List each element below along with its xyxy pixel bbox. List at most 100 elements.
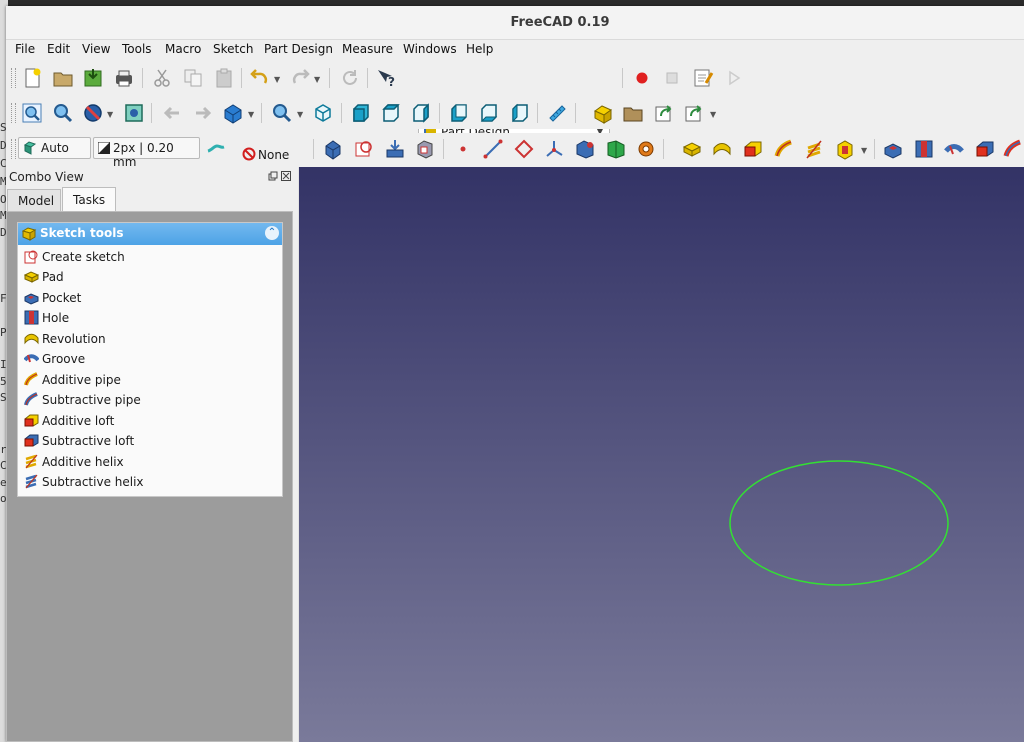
- subtractive-loft-toolbar-icon[interactable]: [974, 138, 996, 160]
- task-pad[interactable]: Pad: [24, 267, 274, 287]
- view-isometric-icon[interactable]: [312, 102, 334, 124]
- nav-forward-icon[interactable]: [192, 102, 214, 124]
- nav-back-icon[interactable]: [161, 102, 183, 124]
- menu-edit[interactable]: Edit: [47, 42, 70, 56]
- sprocket-icon[interactable]: [635, 138, 657, 160]
- no-selection-icon[interactable]: [242, 147, 256, 161]
- menu-part-design[interactable]: Part Design: [264, 42, 333, 56]
- view-bottom-icon[interactable]: [478, 102, 500, 124]
- additive-pipe-toolbar-icon[interactable]: [773, 138, 795, 160]
- selection-filter-label[interactable]: None: [258, 148, 289, 162]
- fit-selection-icon[interactable]: [52, 102, 74, 124]
- view-right-icon[interactable]: [410, 102, 432, 124]
- tab-model[interactable]: Model: [7, 189, 61, 211]
- pad-toolbar-icon[interactable]: [681, 138, 703, 160]
- view-rear-icon[interactable]: [448, 102, 470, 124]
- draw-style-icon[interactable]: [82, 102, 104, 124]
- menu-view[interactable]: View: [82, 42, 110, 56]
- clone-icon[interactable]: [605, 138, 627, 160]
- datum-point-icon[interactable]: [452, 138, 474, 160]
- menu-help[interactable]: Help: [466, 42, 493, 56]
- title-bar[interactable]: FreeCAD 0.19: [6, 6, 1024, 40]
- macro-stop-icon[interactable]: [661, 67, 683, 89]
- datum-plane-icon[interactable]: [513, 138, 535, 160]
- link-actions-icon[interactable]: [683, 102, 705, 124]
- print-icon[interactable]: [113, 67, 135, 89]
- menu-measure[interactable]: Measure: [342, 42, 393, 56]
- additive-primitive-dropdown-icon[interactable]: ▼: [861, 146, 867, 155]
- copy-icon[interactable]: [182, 67, 204, 89]
- toolbar-handle[interactable]: [11, 103, 16, 123]
- close-panel-icon[interactable]: [281, 171, 291, 181]
- create-part-icon[interactable]: [592, 102, 614, 124]
- create-sketch-toolbar-icon[interactable]: [353, 138, 375, 160]
- redo-dropdown-icon[interactable]: ▼: [314, 75, 320, 84]
- additive-loft-toolbar-icon[interactable]: [742, 138, 764, 160]
- sync-view-dropdown-icon[interactable]: ▼: [248, 110, 254, 119]
- task-additive-helix[interactable]: Additive helix: [24, 452, 274, 472]
- redo-icon[interactable]: [289, 67, 311, 89]
- view-left-icon[interactable]: [509, 102, 531, 124]
- revolution-toolbar-icon[interactable]: [711, 138, 733, 160]
- task-additive-loft[interactable]: Additive loft: [24, 411, 274, 431]
- measure-icon[interactable]: [546, 102, 568, 124]
- hole-toolbar-icon[interactable]: [913, 138, 935, 160]
- tree-view-icon[interactable]: [205, 138, 227, 160]
- task-subtractive-pipe[interactable]: Subtractive pipe: [24, 390, 274, 410]
- macro-edit-icon[interactable]: [692, 67, 714, 89]
- task-hole[interactable]: Hole: [24, 308, 274, 328]
- refresh-icon[interactable]: [339, 67, 361, 89]
- 3d-viewport[interactable]: [299, 167, 1024, 742]
- macro-run-icon[interactable]: [723, 67, 745, 89]
- cut-icon[interactable]: [151, 67, 173, 89]
- sub-shape-binder-icon[interactable]: [574, 138, 596, 160]
- menu-sketch[interactable]: Sketch: [213, 42, 253, 56]
- task-subtractive-helix[interactable]: Subtractive helix: [24, 472, 274, 492]
- sketch-circle[interactable]: [729, 460, 949, 586]
- additive-primitive-icon[interactable]: [834, 138, 856, 160]
- subtractive-pipe-toolbar-icon[interactable]: [1002, 138, 1024, 160]
- task-additive-pipe[interactable]: Additive pipe: [24, 370, 274, 390]
- task-subtractive-loft[interactable]: Subtractive loft: [24, 431, 274, 451]
- link-actions-dropdown-icon[interactable]: ▼: [710, 110, 716, 119]
- new-document-icon[interactable]: [21, 67, 43, 89]
- open-folder-icon[interactable]: [52, 67, 74, 89]
- whats-this-icon[interactable]: ?: [375, 67, 397, 89]
- local-cs-icon[interactable]: [543, 138, 565, 160]
- groove-toolbar-icon[interactable]: [943, 138, 965, 160]
- bounding-box-icon[interactable]: [123, 102, 145, 124]
- line-width-button[interactable]: 2px | 0.20 mm: [93, 137, 200, 169]
- save-icon[interactable]: [82, 67, 104, 89]
- view-front-icon[interactable]: [350, 102, 372, 124]
- task-groove[interactable]: Groove: [24, 349, 274, 369]
- create-group-icon[interactable]: [622, 102, 644, 124]
- toolbar-handle[interactable]: [11, 139, 16, 159]
- toolbar-handle[interactable]: [11, 68, 16, 88]
- task-create-sketch[interactable]: Create sketch: [24, 247, 274, 267]
- datum-line-icon[interactable]: [482, 138, 504, 160]
- undo-icon[interactable]: [249, 67, 271, 89]
- make-link-icon[interactable]: [653, 102, 675, 124]
- shape-binder-icon[interactable]: [414, 138, 436, 160]
- tab-tasks[interactable]: Tasks: [62, 187, 116, 212]
- sync-view-icon[interactable]: [222, 102, 244, 124]
- std-views-dropdown-icon[interactable]: ▼: [297, 110, 303, 119]
- menu-windows[interactable]: Windows: [403, 42, 457, 56]
- task-pocket[interactable]: Pocket: [24, 288, 274, 308]
- collapse-icon[interactable]: ⌃: [265, 226, 279, 240]
- float-panel-icon[interactable]: [268, 171, 278, 181]
- macro-record-icon[interactable]: [631, 67, 653, 89]
- menu-tools[interactable]: Tools: [122, 42, 152, 56]
- undo-dropdown-icon[interactable]: ▼: [274, 75, 280, 84]
- menu-macro[interactable]: Macro: [165, 42, 201, 56]
- pocket-toolbar-icon[interactable]: [882, 138, 904, 160]
- additive-helix-toolbar-icon[interactable]: [803, 138, 825, 160]
- validate-sketch-icon[interactable]: [384, 138, 406, 160]
- paste-icon[interactable]: [213, 67, 235, 89]
- task-revolution[interactable]: Revolution: [24, 329, 274, 349]
- sketch-tools-header[interactable]: Sketch tools ⌃: [18, 223, 282, 245]
- std-views-icon[interactable]: [271, 102, 293, 124]
- fit-all-icon[interactable]: [21, 102, 43, 124]
- create-body-icon[interactable]: [322, 138, 344, 160]
- draw-style-dropdown-icon[interactable]: ▼: [107, 110, 113, 119]
